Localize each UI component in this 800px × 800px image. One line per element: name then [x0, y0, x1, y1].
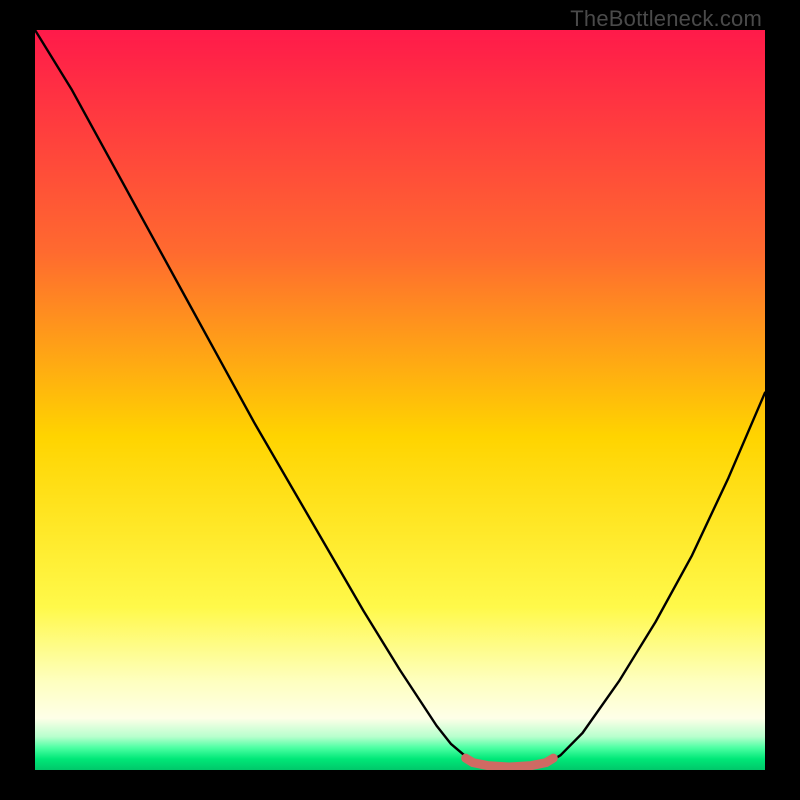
chart-plot-area — [35, 30, 765, 770]
watermark-text: TheBottleneck.com — [570, 6, 762, 32]
chart-frame: TheBottleneck.com — [0, 0, 800, 800]
chart-svg — [35, 30, 765, 770]
chart-background — [35, 30, 765, 770]
